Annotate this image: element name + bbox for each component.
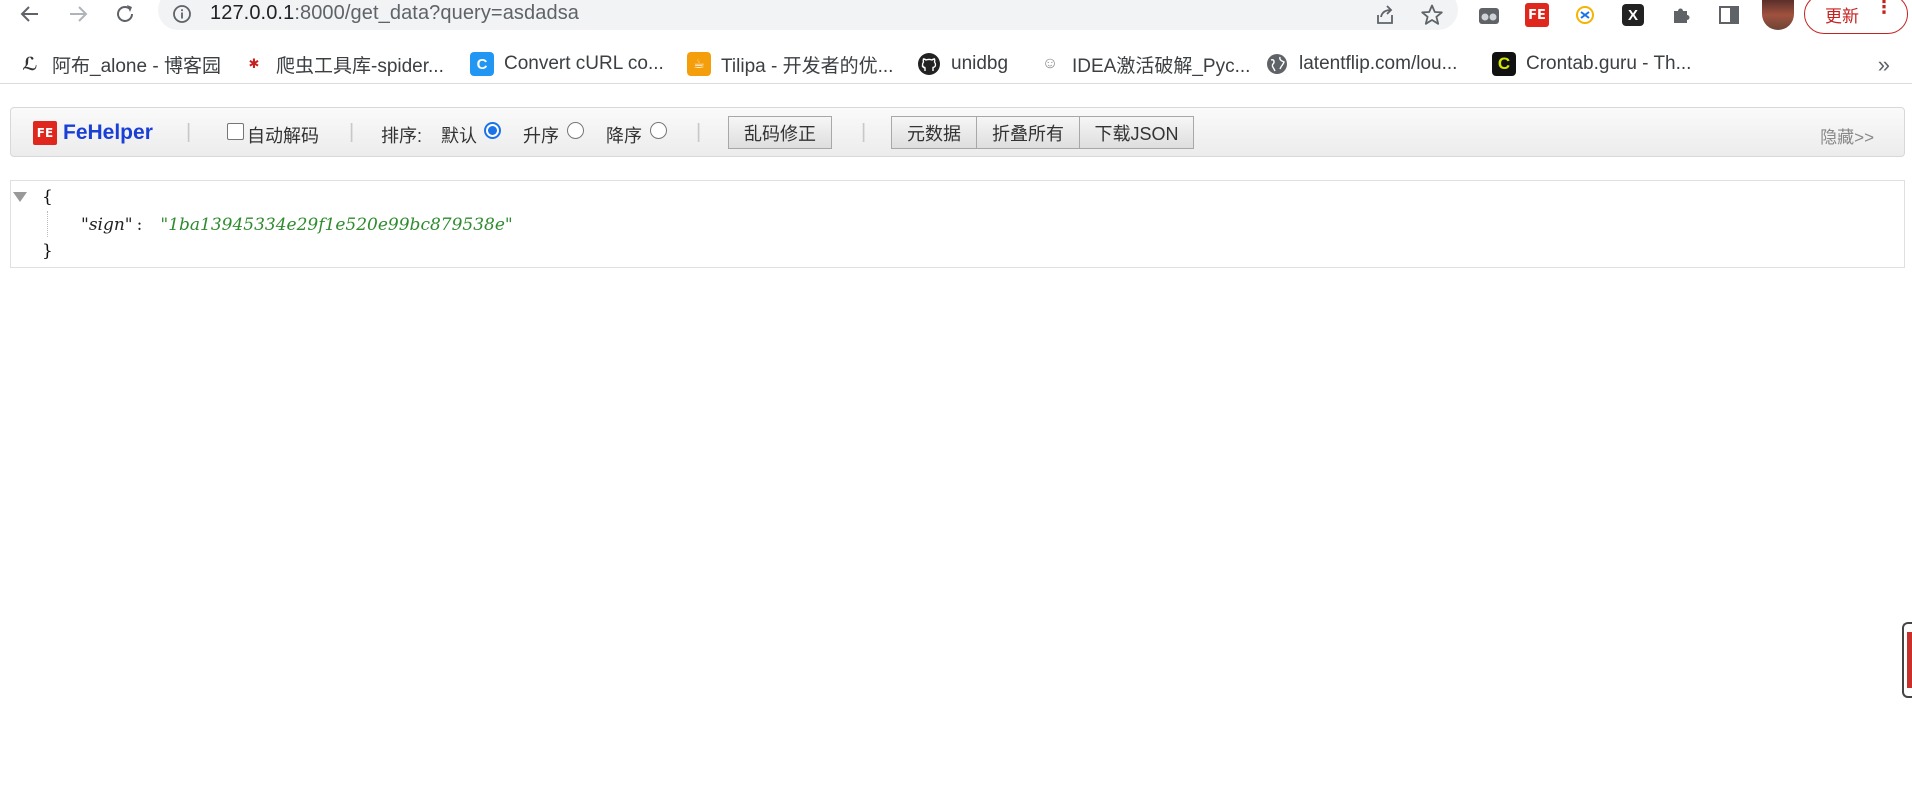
- bookmark-label: Crontab.guru - Th...: [1526, 53, 1692, 74]
- update-button[interactable]: 更新 ⋮: [1804, 0, 1908, 34]
- fehelper-logo-text: FeHelper: [63, 121, 153, 144]
- download-json-button[interactable]: 下载JSON: [1079, 116, 1194, 149]
- crontab-icon: C: [1492, 52, 1516, 76]
- spider-icon: ✱: [248, 56, 260, 71]
- bookmarks-bar: ℒ 阿布_alone - 博客园 ✱ 爬虫工具库-spider... C Con…: [0, 44, 1912, 84]
- menu-dots-icon[interactable]: ⋮: [1875, 0, 1893, 16]
- bookmark-label: 阿布_alone - 博客园: [52, 55, 221, 77]
- glasses-icon: [1479, 8, 1499, 24]
- bookmark-item[interactable]: ☕ Tilipa - 开发者的优...: [687, 50, 893, 78]
- bookmark-label: 爬虫工具库-spider...: [276, 55, 444, 77]
- sort-label: 排序:: [381, 126, 423, 146]
- bookmark-item[interactable]: C Convert cURL co...: [470, 50, 664, 78]
- url-text[interactable]: 127.0.0.1:8000/get_data?query=asdadsa: [210, 2, 579, 25]
- bookmark-item[interactable]: C Crontab.guru - Th...: [1492, 50, 1691, 78]
- bookmark-label: Tilipa - 开发者的优...: [721, 55, 894, 77]
- reload-icon: [117, 5, 133, 22]
- hide-toolbar-link[interactable]: 隐藏>>: [1820, 123, 1874, 148]
- bookmark-label: Convert cURL co...: [504, 53, 664, 74]
- metadata-button[interactable]: 元数据: [891, 116, 977, 149]
- puzzle-icon: [1674, 8, 1690, 23]
- browser-toolbar: 127.0.0.1:8000/get_data?query=asdadsa FE…: [0, 0, 1912, 34]
- fehelper-logo[interactable]: FE FeHelper: [33, 121, 153, 145]
- forward-button[interactable]: [64, 0, 92, 28]
- bookmark-item[interactable]: ✱ 爬虫工具库-spider...: [242, 50, 444, 78]
- back-icon: [20, 6, 38, 22]
- collapse-toggle-icon[interactable]: [13, 192, 27, 202]
- forward-icon: [70, 6, 88, 22]
- fehelper-icon: FE: [1525, 3, 1549, 27]
- bookmark-item[interactable]: ℒ 阿布_alone - 博客园: [18, 50, 221, 78]
- fehelper-toolbar: FE FeHelper | 自动解码 | 排序: 默认 升序 降序 | 乱码修正…: [10, 107, 1905, 157]
- fix-garbled-button[interactable]: 乱码修正: [728, 116, 832, 149]
- bookmark-label: latentflip.com/lou...: [1299, 53, 1458, 74]
- bookmark-item[interactable]: latentflip.com/lou...: [1265, 50, 1457, 78]
- extensions-menu[interactable]: [1668, 2, 1694, 28]
- extension-icon: [1576, 6, 1594, 24]
- back-button[interactable]: [16, 0, 44, 28]
- xpath-extension[interactable]: [1572, 2, 1598, 28]
- x-extension[interactable]: X: [1620, 2, 1646, 28]
- bookmark-label: IDEA激活破解_Pyc...: [1072, 55, 1251, 77]
- fehelper-extension[interactable]: FE: [1524, 2, 1550, 28]
- json-property: "sign": "1ba13945334e29f1e520e99bc879538e…: [81, 215, 513, 235]
- sort-asc-label: 升序: [523, 126, 559, 146]
- update-label: 更新: [1825, 6, 1859, 26]
- github-icon: [917, 52, 941, 76]
- blog-icon: ℒ: [22, 53, 38, 74]
- info-icon[interactable]: [172, 4, 192, 24]
- sort-desc-label: 降序: [606, 126, 642, 146]
- x-icon: X: [1622, 4, 1644, 26]
- json-viewer: { "sign": "1ba13945334e29f1e520e99bc87953…: [10, 180, 1905, 268]
- globe-icon: [1265, 52, 1289, 76]
- sidepanel-icon: [1719, 6, 1739, 24]
- url-host: 127.0.0.1: [210, 2, 295, 24]
- json-colon: :: [136, 215, 143, 235]
- fehelper-logo-icon: FE: [33, 121, 57, 145]
- separator: |: [861, 121, 867, 143]
- bookmark-item[interactable]: unidbg: [917, 50, 1008, 78]
- tilipa-icon: ☕: [687, 52, 711, 76]
- sort-default-radio[interactable]: [484, 122, 501, 139]
- idea-icon: ☺: [1041, 55, 1059, 72]
- json-key: "sign": [81, 215, 133, 235]
- collapse-all-button[interactable]: 折叠所有: [976, 116, 1080, 149]
- auto-decode-checkbox[interactable]: [227, 123, 244, 140]
- json-close-brace: }: [42, 241, 53, 261]
- bookmark-item[interactable]: ☺ IDEA激活破解_Pyc...: [1038, 50, 1251, 78]
- separator: |: [696, 121, 702, 143]
- reload-button[interactable]: [111, 0, 139, 28]
- url-path: :8000/get_data?query=asdadsa: [294, 2, 580, 24]
- glasses-extension[interactable]: [1476, 2, 1502, 28]
- share-icon[interactable]: [1374, 4, 1396, 26]
- json-open-brace: {: [42, 187, 53, 207]
- auto-decode-label: 自动解码: [247, 126, 319, 146]
- sort-default-label: 默认: [441, 126, 477, 146]
- sort-desc-radio[interactable]: [650, 122, 667, 139]
- indent-guide: [47, 211, 48, 237]
- profile-avatar[interactable]: [1762, 0, 1794, 30]
- json-value: "1ba13945334e29f1e520e99bc879538e": [160, 215, 513, 235]
- side-panel-button[interactable]: [1716, 2, 1742, 28]
- address-bar[interactable]: 127.0.0.1:8000/get_data?query=asdadsa: [158, 0, 1458, 30]
- bookmark-label: unidbg: [951, 53, 1009, 74]
- star-icon[interactable]: [1420, 3, 1444, 27]
- separator: |: [349, 121, 355, 143]
- curl-icon: C: [470, 52, 494, 76]
- sort-asc-radio[interactable]: [567, 122, 584, 139]
- side-floating-tab[interactable]: [1902, 622, 1912, 698]
- bookmarks-overflow-icon[interactable]: »: [1878, 52, 1890, 78]
- separator: |: [186, 121, 192, 143]
